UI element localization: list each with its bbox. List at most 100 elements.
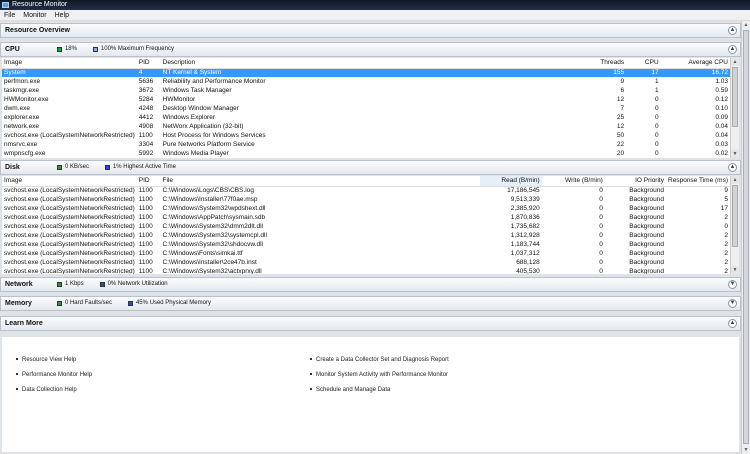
menu-help[interactable]: Help [55,10,69,20]
table-cell: 3304 [138,141,154,148]
col-average-cpu[interactable]: Average CPU [660,58,730,69]
col-write[interactable]: Write (B/min) [541,176,605,187]
table-cell: 0.59 [715,87,728,94]
chevron-up-icon[interactable]: ▲ [728,26,737,35]
table-cell: 50 [616,132,625,139]
table-row[interactable]: svchost.exe (LocalSystemNetworkRestricte… [2,213,730,222]
scroll-down-icon[interactable]: ▼ [731,150,739,158]
link-resource-view-help[interactable]: Resource View Help [16,357,76,363]
table-cell: 2 [724,241,728,248]
col-file[interactable]: File [160,176,481,187]
scroll-thumb[interactable] [732,67,738,127]
table-cell: 4908 [138,123,154,130]
table-row[interactable]: svchost.exe (LocalSystemNetworkRestricte… [2,249,730,258]
table-row[interactable]: wmpnscfg.exe 5992 Windows Media Player 20 0 0… [2,149,730,158]
link-data-collection-help[interactable]: Data Collection Help [16,387,77,393]
table-row[interactable]: svchost.exe (LocalSystemNetworkRestricte… [2,240,730,249]
table-row[interactable]: svchost.exe (LocalSystemNetworkRestricte… [2,222,730,231]
scroll-up-icon[interactable]: ▲ [742,21,750,29]
table-row[interactable]: svchost.exe (LocalSystemNetworkRestricte… [2,186,730,195]
table-cell: 6 [620,87,625,94]
chevron-up-icon[interactable]: ▲ [728,45,737,54]
table-row[interactable]: network.exe 4908 NetWorx Application (32-b… [2,122,730,131]
link-monitor-system-activity[interactable]: Monitor System Activity with Performance… [310,372,448,378]
table-row[interactable]: HWMonitor.exe 5284 HWMonitor 12 0 0.12 [2,95,730,104]
scroll-up-icon[interactable]: ▲ [731,58,739,66]
table-row[interactable]: svchost.exe (LocalSystemNetworkRestricte… [2,195,730,204]
table-cell: 0 [599,232,603,239]
col-description[interactable]: Description [160,58,583,69]
menu-file[interactable]: File [4,10,15,20]
table-row[interactable]: explorer.exe 4412 Windows Explorer 25 0 0.09 [2,113,730,122]
main-scrollbar[interactable]: ▲ ▼ [741,21,750,454]
disk-header[interactable]: Disk 0 KB/sec 1% Highest Active Time ▲ [0,160,741,175]
table-cell: wmpnscfg.exe [4,150,46,157]
memory-header[interactable]: Memory 0 Hard Faults/sec 45% Used Physic… [0,296,741,311]
chevron-up-icon[interactable]: ▲ [728,163,737,172]
network-rate: 1 Kbps [64,281,84,287]
table-row[interactable]: System 4 NT Kernel & System 155 17 16.72 [2,68,730,77]
table-row[interactable]: svchost.exe (LocalSystemNetworkRestricte… [2,131,730,140]
scroll-up-icon[interactable]: ▲ [731,176,739,184]
table-cell: Windows Explorer [162,114,216,121]
chevron-down-icon[interactable]: ▼ [728,299,737,308]
table-cell: C:\Windows\System32\shdocvw.dll [162,241,263,248]
col-cpu[interactable]: CPU [626,58,661,69]
table-row[interactable]: svchost.exe (LocalSystemNetworkRestricte… [2,267,730,274]
col-response-time[interactable]: Response Time (ms) [665,176,730,187]
table-cell: Host Process for Windows Services [162,132,266,139]
table-cell: svchost.exe (LocalSystemNetworkRestricte… [4,250,135,257]
table-cell: taskmgr.exe [4,87,40,94]
col-io-priority[interactable]: IO Priority [604,176,666,187]
table-cell: C:\Windows\Installer\77f0ae.msp [162,196,258,203]
table-row[interactable]: taskmgr.exe 3672 Windows Task Manager 6 1 0.5… [2,86,730,95]
table-cell: 1100 [138,196,153,203]
table-row[interactable]: svchost.exe (LocalSystemNetworkRestricte… [2,204,730,213]
chevron-down-icon[interactable]: ▼ [728,280,737,289]
learn-more-header[interactable]: Learn More ▲ [0,316,741,331]
scroll-thumb[interactable] [743,30,749,444]
table-row[interactable]: perfmon.exe 5636 Reliability and Performan… [2,77,730,86]
col-read[interactable]: Read (B/min) [480,176,542,187]
table-cell: svchost.exe (LocalSystemNetworkRestricte… [4,268,135,274]
link-performance-monitor-help[interactable]: Performance Monitor Help [16,372,92,378]
table-row[interactable]: svchost.exe (LocalSystemNetworkRestricte… [2,258,730,267]
table-cell: Reliability and Performance Monitor [162,78,266,85]
table-cell: 405,530 [516,268,540,274]
table-cell: 17 [626,68,661,77]
table-cell: 9,513,339 [510,196,540,203]
col-threads[interactable]: Threads [582,58,627,69]
table-row[interactable]: svchost.exe (LocalSystemNetworkRestricte… [2,231,730,240]
scroll-down-icon[interactable]: ▼ [742,446,750,454]
table-cell: 5 [724,196,728,203]
network-header[interactable]: Network 1 Kbps 0% Network Utilization ▼ [0,277,741,292]
network-title: Network [5,281,33,288]
table-cell: Windows Media Player [162,150,229,157]
col-image[interactable]: Image [2,58,137,69]
col-image[interactable]: Image [2,176,137,187]
cpu-scrollbar[interactable]: ▲ ▼ [730,58,739,158]
cpu-header[interactable]: CPU 18% 100% Maximum Frequency ▲ [0,42,741,57]
link-create-data-collector-set[interactable]: Create a Data Collector Set and Diagnosi… [310,357,449,363]
chevron-up-icon[interactable]: ▲ [728,319,737,328]
link-schedule-manage-data[interactable]: Schedule and Manage Data [310,387,390,393]
disk-scrollbar[interactable]: ▲ ▼ [730,176,739,274]
scroll-down-icon[interactable]: ▼ [731,266,739,274]
col-pid[interactable]: PID [136,176,161,187]
table-cell: 1100 [138,259,153,266]
table-cell: 12 [616,96,625,103]
table-cell: 0 [599,187,603,195]
table-row[interactable]: dwm.exe 4248 Desktop Window Manager 7 0 0.10 [2,104,730,113]
memory-title: Memory [5,300,32,307]
menu-monitor[interactable]: Monitor [23,10,46,20]
table-cell: dwm.exe [4,105,31,112]
table-row[interactable]: nmsrvc.exe 3304 Pure Networks Platform Ser… [2,140,730,149]
scroll-thumb[interactable] [732,185,738,247]
table-cell: C:\Windows\Installer\2ce47b.inst [162,259,257,266]
col-pid[interactable]: PID [136,58,161,69]
disk-rate: 0 KB/sec [64,164,89,170]
table-cell: 0.12 [715,96,728,103]
network-utilization-swatch [99,282,105,287]
resource-overview-header[interactable]: Resource Overview ▲ [0,23,741,38]
table-cell: 0 [599,205,603,212]
